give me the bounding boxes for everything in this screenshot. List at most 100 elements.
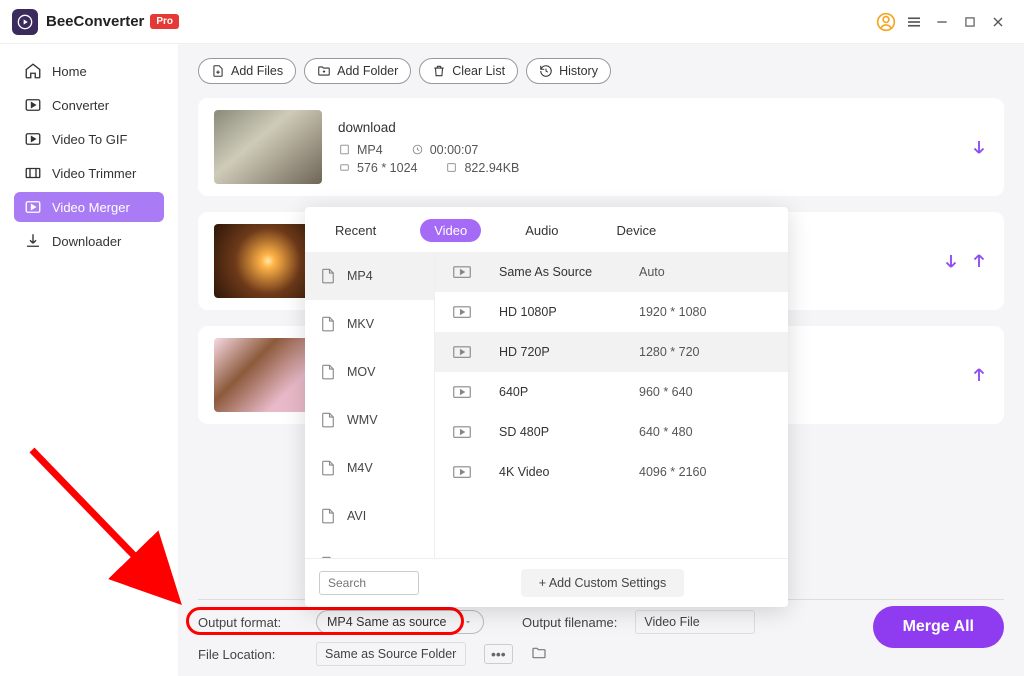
arrow-down-icon[interactable] <box>942 252 960 270</box>
file-icon <box>319 506 337 526</box>
file-format: MP4 <box>338 143 383 157</box>
sidebar-item-converter[interactable]: Converter <box>14 90 164 120</box>
format-mpg[interactable]: MPG <box>305 540 434 558</box>
output-filename-label: Output filename: <box>522 615 617 630</box>
screen-icon <box>453 466 471 478</box>
download-icon <box>24 232 42 250</box>
size-icon <box>445 161 458 174</box>
thumbnail <box>214 110 322 184</box>
tab-recent[interactable]: Recent <box>321 219 390 242</box>
output-filename-input[interactable]: Video File <box>635 610 755 634</box>
sidebar-item-video-to-gif[interactable]: Video To GIF <box>14 124 164 154</box>
file-icon <box>319 266 337 286</box>
reorder-controls <box>970 138 988 156</box>
sidebar: Home Converter Video To GIF Video Trimme… <box>0 44 178 676</box>
file-icon <box>319 554 337 558</box>
dimensions-icon <box>338 161 351 174</box>
resolution-same-as-source[interactable]: Same As SourceAuto <box>435 252 788 292</box>
merge-all-button[interactable]: Merge All <box>873 606 1004 648</box>
history-icon <box>539 64 553 78</box>
browse-button[interactable]: ••• <box>484 644 513 664</box>
pro-badge: Pro <box>150 14 179 29</box>
arrow-down-icon[interactable] <box>970 138 988 156</box>
tab-video[interactable]: Video <box>420 219 481 242</box>
file-duration: 00:00:07 <box>411 143 479 157</box>
maximize-icon[interactable] <box>956 8 984 36</box>
file-icon <box>319 362 337 382</box>
sidebar-item-label: Home <box>52 64 87 79</box>
sidebar-item-label: Converter <box>52 98 109 113</box>
resolution-640p[interactable]: 640P960 * 640 <box>435 372 788 412</box>
resolution-4k[interactable]: 4K Video4096 * 2160 <box>435 452 788 492</box>
file-plus-icon <box>211 64 225 78</box>
format-mov[interactable]: MOV <box>305 348 434 396</box>
file-info: download MP4 00:00:07 576 * 1024 822.94K… <box>338 120 954 175</box>
folder-plus-icon <box>317 64 331 78</box>
user-icon[interactable] <box>872 8 900 36</box>
format-mkv[interactable]: MKV <box>305 300 434 348</box>
arrow-up-icon[interactable] <box>970 366 988 384</box>
clock-icon <box>411 143 424 156</box>
output-format-label: Output format: <box>198 615 298 630</box>
reorder-controls <box>970 366 988 384</box>
sidebar-item-video-merger[interactable]: Video Merger <box>14 192 164 222</box>
file-icon <box>319 410 337 430</box>
format-list: MP4 MKV MOV WMV M4V AVI MPG <box>305 252 435 558</box>
merger-icon <box>24 198 42 216</box>
arrow-up-icon[interactable] <box>970 252 988 270</box>
add-custom-settings-button[interactable]: + Add Custom Settings <box>521 569 685 597</box>
converter-icon <box>24 96 42 114</box>
resolution-480p[interactable]: SD 480P640 * 480 <box>435 412 788 452</box>
resolution-1080p[interactable]: HD 1080P1920 * 1080 <box>435 292 788 332</box>
titlebar: BeeConverter Pro <box>0 0 1024 44</box>
history-button[interactable]: History <box>526 58 611 84</box>
tab-audio[interactable]: Audio <box>511 219 572 242</box>
tab-device[interactable]: Device <box>602 219 670 242</box>
file-location-label: File Location: <box>198 647 298 662</box>
reorder-controls <box>942 252 988 270</box>
file-row[interactable]: download MP4 00:00:07 576 * 1024 822.94K… <box>198 98 1004 196</box>
output-format-select[interactable]: MP4 Same as source <box>316 610 484 634</box>
format-mp4[interactable]: MP4 <box>305 252 434 300</box>
screen-icon <box>453 386 471 398</box>
format-m4v[interactable]: M4V <box>305 444 434 492</box>
sidebar-item-video-trimmer[interactable]: Video Trimmer <box>14 158 164 188</box>
file-icon <box>319 458 337 478</box>
resolution-list: Same As SourceAuto HD 1080P1920 * 1080 H… <box>435 252 788 558</box>
screen-icon <box>453 346 471 358</box>
sidebar-item-label: Video Merger <box>52 200 130 215</box>
chevron-down-icon <box>463 617 473 627</box>
format-popup: Recent Video Audio Device MP4 MKV MOV WM… <box>305 207 788 607</box>
file-location-input[interactable]: Same as Source Folder <box>316 642 466 666</box>
format-wmv[interactable]: WMV <box>305 396 434 444</box>
file-icon <box>319 314 337 334</box>
menu-icon[interactable] <box>900 8 928 36</box>
trash-icon <box>432 64 446 78</box>
footer: Output format: MP4 Same as source Output… <box>198 599 1004 666</box>
toolbar: Add Files Add Folder Clear List History <box>198 58 1004 84</box>
clear-list-button[interactable]: Clear List <box>419 58 518 84</box>
sidebar-item-home[interactable]: Home <box>14 56 164 86</box>
open-folder-icon[interactable] <box>531 645 547 664</box>
resolution-720p[interactable]: HD 720P1280 * 720 <box>435 332 788 372</box>
file-size: 822.94KB <box>445 161 519 175</box>
sidebar-item-label: Video To GIF <box>52 132 127 147</box>
sidebar-item-label: Video Trimmer <box>52 166 136 181</box>
sidebar-item-label: Downloader <box>52 234 121 249</box>
home-icon <box>24 62 42 80</box>
add-files-button[interactable]: Add Files <box>198 58 296 84</box>
minimize-icon[interactable] <box>928 8 956 36</box>
sidebar-item-downloader[interactable]: Downloader <box>14 226 164 256</box>
format-avi[interactable]: AVI <box>305 492 434 540</box>
trimmer-icon <box>24 164 42 182</box>
file-icon <box>338 143 351 156</box>
file-name: download <box>338 120 954 135</box>
app-title: BeeConverter <box>46 13 144 30</box>
screen-icon <box>453 266 471 278</box>
app-logo <box>12 9 38 35</box>
add-folder-button[interactable]: Add Folder <box>304 58 411 84</box>
format-search-input[interactable] <box>319 571 419 595</box>
popup-tabs: Recent Video Audio Device <box>305 207 788 252</box>
screen-icon <box>453 426 471 438</box>
close-icon[interactable] <box>984 8 1012 36</box>
